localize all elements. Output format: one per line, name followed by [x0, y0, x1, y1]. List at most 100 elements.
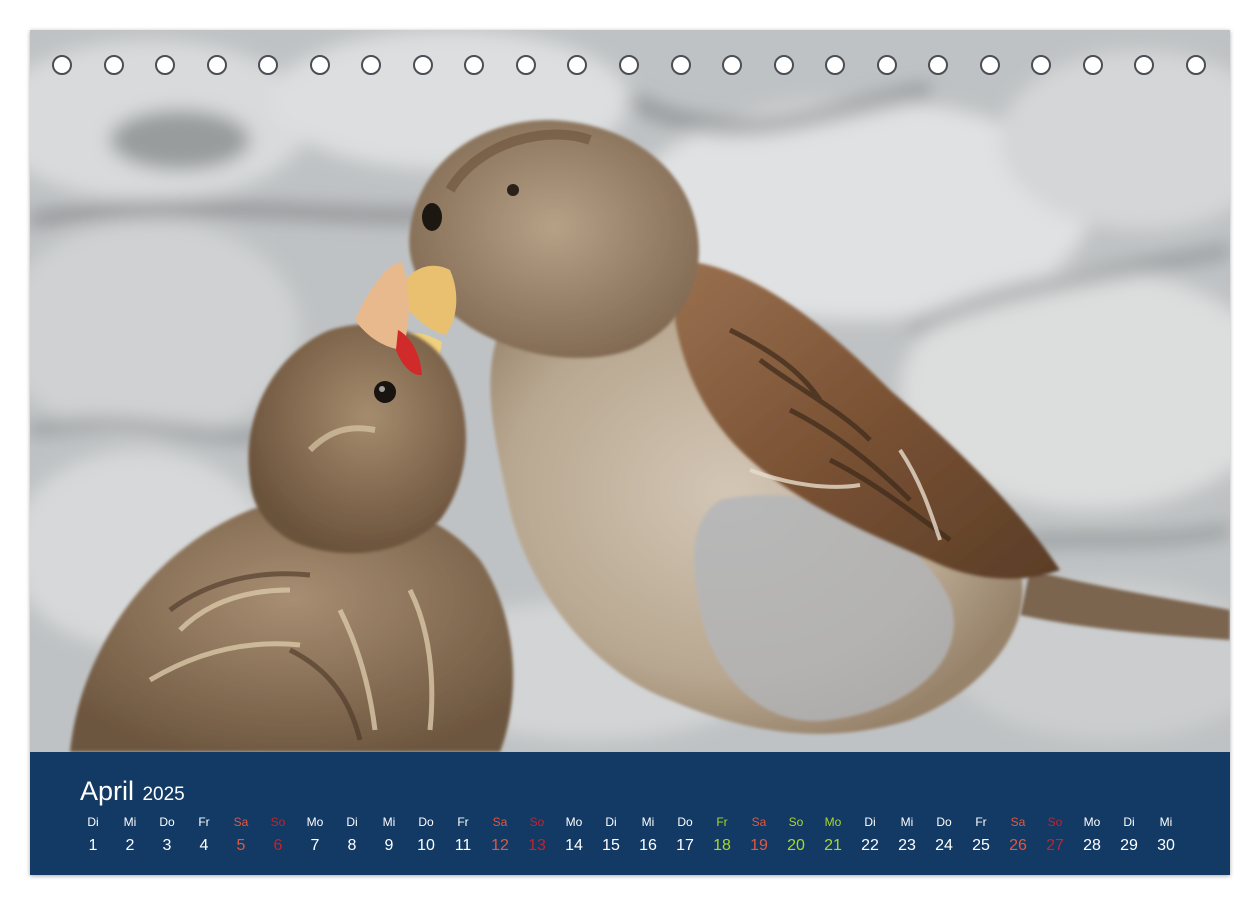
day-number: 1 — [88, 837, 98, 854]
day-abbr: Do — [159, 815, 175, 829]
day-column: Fr 11 — [445, 814, 481, 856]
binding-hole — [1083, 55, 1103, 75]
day-column: Mi 16 — [630, 814, 666, 856]
binding-hole — [1031, 55, 1051, 75]
day-abbr: Fr — [975, 815, 987, 829]
day-column: Di 22 — [852, 814, 888, 856]
binding-hole — [774, 55, 794, 75]
binding-hole — [516, 55, 536, 75]
day-abbr: Di — [864, 815, 876, 829]
day-column: Fr 18 — [704, 814, 740, 856]
day-number: 24 — [935, 837, 953, 854]
day-abbr: So — [270, 815, 286, 829]
sparrow-photo — [30, 30, 1230, 752]
day-number: 12 — [491, 837, 509, 854]
binding-hole — [722, 55, 742, 75]
day-number: 16 — [639, 837, 657, 854]
binding-holes — [30, 30, 1230, 100]
day-column: Do 10 — [408, 814, 444, 856]
day-abbr: Sa — [492, 815, 508, 829]
day-abbr: Sa — [1010, 815, 1026, 829]
sparrow-illustration — [30, 30, 1230, 752]
binding-hole — [464, 55, 484, 75]
day-number: 15 — [602, 837, 620, 854]
binding-hole — [258, 55, 278, 75]
day-abbr: Di — [1123, 815, 1135, 829]
day-strip: Di 1 Mi 2 Do 3 Fr 4 Sa 5 So 6 Mo 7 Di 8 Mi 9 Do 10 Fr 11 Sa 12 S… — [75, 814, 1195, 864]
day-number: 13 — [528, 837, 546, 854]
day-abbr: Mo — [565, 815, 583, 829]
day-column: Di 29 — [1111, 814, 1147, 856]
day-abbr: Mi — [900, 815, 914, 829]
day-abbr: Fr — [457, 815, 469, 829]
day-number: 10 — [417, 837, 435, 854]
day-number: 18 — [713, 837, 731, 854]
day-abbr: Di — [605, 815, 617, 829]
day-number: 11 — [454, 837, 472, 854]
binding-hole — [1134, 55, 1154, 75]
binding-hole — [207, 55, 227, 75]
day-abbr: Mi — [1159, 815, 1173, 829]
day-number: 4 — [199, 837, 209, 854]
day-number: 30 — [1157, 837, 1175, 854]
day-abbr: So — [529, 815, 545, 829]
month-year: 2025 — [142, 784, 185, 805]
day-abbr: Sa — [751, 815, 767, 829]
day-abbr: So — [788, 815, 804, 829]
day-column: Mo 14 — [556, 814, 592, 856]
day-column: Di 15 — [593, 814, 629, 856]
day-column: Mo 21 — [815, 814, 851, 856]
day-column: So 13 — [519, 814, 555, 856]
calendar-page: April 2025 Di 1 Mi 2 Do 3 Fr 4 Sa 5 So 6 Mo 7 Di 8 Mi 9 Do… — [30, 30, 1230, 875]
day-column: Mi 9 — [371, 814, 407, 856]
day-column: So 27 — [1037, 814, 1073, 856]
day-abbr: Fr — [716, 815, 728, 829]
day-column: So 6 — [260, 814, 296, 856]
day-column: Mi 23 — [889, 814, 925, 856]
day-column: Fr 4 — [186, 814, 222, 856]
binding-hole — [619, 55, 639, 75]
day-number: 9 — [384, 837, 394, 854]
calendar-footer: April 2025 Di 1 Mi 2 Do 3 Fr 4 Sa 5 So 6 Mo 7 Di 8 Mi 9 Do… — [30, 752, 1230, 875]
binding-hole — [1186, 55, 1206, 75]
binding-hole — [825, 55, 845, 75]
binding-hole — [52, 55, 72, 75]
day-abbr: Sa — [233, 815, 249, 829]
month-name: April — [80, 776, 135, 806]
binding-hole — [928, 55, 948, 75]
binding-hole — [877, 55, 897, 75]
day-column: Sa 12 — [482, 814, 518, 856]
day-column: Mo 7 — [297, 814, 333, 856]
day-abbr: Do — [418, 815, 434, 829]
binding-hole — [361, 55, 381, 75]
day-column: Do 3 — [149, 814, 185, 856]
day-column: Do 17 — [667, 814, 703, 856]
day-column: Fr 25 — [963, 814, 999, 856]
binding-hole — [155, 55, 175, 75]
day-number: 26 — [1009, 837, 1027, 854]
day-column: Sa 5 — [223, 814, 259, 856]
day-number: 27 — [1046, 837, 1064, 854]
day-column: Do 24 — [926, 814, 962, 856]
day-number: 3 — [162, 837, 172, 854]
day-abbr: Mi — [123, 815, 137, 829]
day-number: 23 — [898, 837, 916, 854]
day-column: Mo 28 — [1074, 814, 1110, 856]
month-title: April 2025 — [80, 776, 185, 807]
binding-hole — [104, 55, 124, 75]
day-abbr: Mo — [306, 815, 324, 829]
day-abbr: Di — [87, 815, 99, 829]
day-number: 2 — [125, 837, 135, 854]
day-number: 7 — [310, 837, 320, 854]
day-number: 5 — [236, 837, 246, 854]
day-abbr: Mi — [641, 815, 655, 829]
binding-hole — [671, 55, 691, 75]
day-number: 6 — [273, 837, 283, 854]
day-abbr: Fr — [198, 815, 210, 829]
day-number: 21 — [824, 837, 842, 854]
day-number: 17 — [676, 837, 694, 854]
day-abbr: Di — [346, 815, 358, 829]
day-column: Di 1 — [75, 814, 111, 856]
binding-hole — [310, 55, 330, 75]
day-column: Di 8 — [334, 814, 370, 856]
